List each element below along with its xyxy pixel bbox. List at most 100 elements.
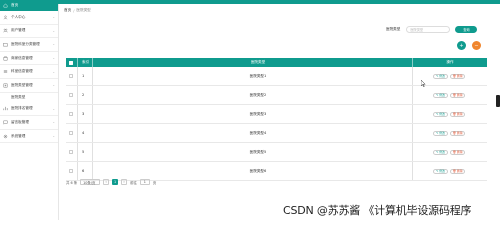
sidebar-subitem[interactable]: 医院类型 [0, 93, 58, 103]
row-checkbox[interactable] [69, 131, 73, 135]
page-1-button[interactable]: 1 [112, 179, 119, 185]
row-checkbox[interactable] [69, 74, 73, 78]
sidebar-item-label: 留言板管理 [11, 119, 29, 124]
row-checkbox[interactable] [69, 169, 73, 173]
delete-label: 删除 [456, 93, 463, 97]
edit-label: 修改 [439, 150, 445, 154]
column-divider [77, 86, 78, 104]
mouse-cursor-icon [420, 79, 426, 88]
table-row: 4 医院类型4 ✎ 修改 🗑 删除 [66, 124, 487, 143]
table-header: 索引 医院类型 操作 [66, 58, 487, 67]
message-icon [3, 120, 8, 125]
pagination: 共 6 条 10条/页 ‹ 1 › 前往 1 页 [66, 179, 156, 185]
column-divider [92, 143, 93, 161]
sidebar-item-label: 医院类型管理 [11, 82, 33, 87]
row-delete-button[interactable]: 🗑 删除 [450, 149, 465, 155]
column-divider [412, 86, 413, 104]
sidebar-item-label: 个人中心 [11, 14, 26, 19]
page-size-select[interactable]: 10条/页 [80, 179, 101, 185]
row-checkbox[interactable] [69, 150, 73, 154]
edit-button[interactable]: ✎ 修改 [433, 73, 448, 79]
scrollbar[interactable] [496, 95, 500, 107]
sidebar-item-label: 医院排名管理 [11, 106, 33, 111]
table-row: 3 医院类型3 ✎ 修改 🗑 删除 [66, 105, 487, 124]
chevron-down-icon: ⌄ [52, 83, 55, 88]
column-divider [92, 58, 93, 67]
sidebar-item-label: 商家信息管理 [11, 55, 33, 60]
edit-button[interactable]: ✎ 修改 [433, 92, 448, 98]
row-delete-button[interactable]: 🗑 删除 [450, 130, 465, 136]
row-type: 医院类型3 [249, 111, 267, 116]
data-table: 索引 医院类型 操作 1 医院类型1 ✎ 修改 🗑 删除 2 医院类型2 ✎ 修改 🗑 删除 3… [66, 58, 487, 181]
chevron-down-icon: ⌄ [52, 106, 55, 111]
sidebar-item[interactable]: 首页 [0, 0, 58, 11]
column-divider [77, 67, 78, 85]
column-divider [77, 124, 78, 142]
column-divider [412, 58, 413, 67]
sidebar-item-label: 科室信息管理 [11, 69, 33, 74]
sidebar-item[interactable]: 医院科室分类管理 ⌄ [0, 38, 58, 52]
column-divider [77, 105, 78, 123]
header-index: 索引 [82, 60, 90, 64]
sidebar-item[interactable]: 系统管理 ⌄ [0, 130, 58, 144]
sidebar-item-label: 系统管理 [11, 133, 26, 138]
goto-page-input[interactable]: 1 [139, 179, 150, 185]
delete-label: 删除 [456, 112, 463, 116]
watermark-text: CSDN @苏苏酱 《计算机毕设源码程序 [283, 204, 472, 217]
chevron-down-icon: ⌄ [52, 28, 55, 33]
sidebar-item[interactable]: 科室信息管理 ⌄ [0, 65, 58, 79]
row-index: 5 [82, 150, 85, 154]
edit-button[interactable]: ✎ 修改 [433, 130, 448, 136]
chevron-down-icon: ⌄ [52, 42, 55, 47]
search-bar: 医院类型 医院类型 查询 [386, 26, 478, 33]
column-divider [92, 67, 93, 85]
prev-page-button[interactable]: ‹ [103, 179, 110, 185]
delete-label: 删除 [456, 150, 463, 154]
sidebar-item[interactable]: 留言板管理 ⌄ [0, 116, 58, 130]
breadcrumb-separator: / [73, 8, 75, 13]
list-icon [3, 69, 8, 74]
search-label: 医院类型 [386, 27, 401, 31]
chevron-down-icon: ⌄ [52, 134, 55, 139]
sidebar-item[interactable]: 医院排名管理 ⌄ [0, 103, 58, 117]
delete-label: 删除 [456, 131, 463, 135]
row-delete-button[interactable]: 🗑 删除 [450, 111, 465, 117]
row-checkbox[interactable] [69, 112, 73, 116]
goto-label: 前往 [130, 180, 137, 185]
user-icon [3, 15, 8, 20]
search-input[interactable]: 医院类型 [406, 26, 451, 33]
search-button[interactable]: 查询 [455, 26, 478, 33]
next-page-button[interactable]: › [121, 179, 128, 185]
sidebar-item-label: 首页 [11, 3, 19, 7]
column-divider [92, 124, 93, 142]
breadcrumb-home[interactable]: 首页 [64, 8, 71, 13]
row-delete-button[interactable]: 🗑 删除 [450, 73, 465, 79]
delete-button[interactable]: − [472, 41, 481, 50]
add-button[interactable]: + [457, 41, 466, 50]
pager-total: 共 6 条 [66, 180, 78, 185]
sidebar-item[interactable]: 商家信息管理 ⌄ [0, 52, 58, 66]
sidebar-item[interactable]: 用户管理 ⌄ [0, 25, 58, 39]
delete-label: 删除 [456, 169, 463, 173]
top-bar [58, 0, 500, 4]
column-divider [77, 143, 78, 161]
sidebar-item-label: 用户管理 [11, 28, 26, 33]
edit-label: 修改 [439, 169, 445, 173]
row-index: 1 [82, 74, 85, 78]
edit-button[interactable]: ✎ 修改 [433, 168, 448, 174]
row-type: 医院类型1 [249, 73, 267, 78]
breadcrumb: 首页 / 医院类型 [64, 8, 91, 13]
edit-button[interactable]: ✎ 修改 [433, 149, 448, 155]
row-checkbox[interactable] [69, 93, 73, 97]
edit-button[interactable]: ✎ 修改 [433, 111, 448, 117]
select-all-checkbox[interactable] [69, 60, 73, 65]
sidebar: 首页 个人中心 ⌄ 用户管理 ⌄ 医院科室分类管理 ⌄ 商家信息管理 ⌄ 科室信息管理 ⌄ 医院类型管… [0, 0, 59, 220]
column-divider [412, 105, 413, 123]
row-delete-button[interactable]: 🗑 删除 [450, 168, 465, 174]
row-type: 医院类型5 [249, 149, 267, 154]
settings-icon [3, 134, 8, 139]
sidebar-item[interactable]: 医院类型管理 ⌄ [0, 79, 58, 93]
sidebar-item[interactable]: 个人中心 ⌄ [0, 11, 58, 25]
row-delete-button[interactable]: 🗑 删除 [450, 92, 465, 98]
table-row: 5 医院类型5 ✎ 修改 🗑 删除 [66, 143, 487, 162]
